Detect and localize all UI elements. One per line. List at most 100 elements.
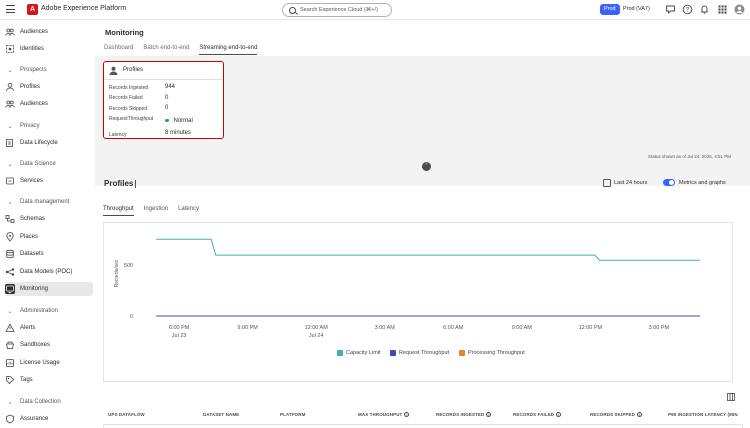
sidebar-item-label: Tags — [20, 377, 33, 383]
column-settings-icon[interactable] — [727, 393, 735, 401]
time-range-picker[interactable]: Last 24 hours — [614, 180, 647, 186]
services-icon — [5, 176, 15, 186]
series-line-capacity-limit — [156, 238, 700, 261]
sidebar-item-license-usage[interactable]: License Usage — [5, 356, 93, 370]
metrics-graphs-toggle[interactable] — [663, 179, 675, 186]
column-header-p95-latency[interactable]: P95 INGESTION LATENCY (MIN — [668, 412, 738, 417]
calendar-icon[interactable] — [603, 179, 611, 187]
sidebar-item-assurance[interactable]: Assurance — [5, 412, 93, 426]
sidebar-section-privacy[interactable]: ⌄ Privacy — [5, 120, 39, 132]
column-header-ups-dataflow[interactable]: UPS DATAFLOW — [108, 412, 145, 417]
legend-swatch — [459, 350, 465, 356]
throughput-chart-svg: Records/sec 0 500 6:00 PM Jul 23 9:00 PM 12:00… — [114, 238, 700, 339]
feedback-icon[interactable] — [665, 4, 676, 15]
sidebar-item-monitoring[interactable]: Monitoring — [5, 282, 93, 296]
sidebar-item-services[interactable]: Services — [5, 174, 93, 188]
chevron-down-icon: ⌄ — [7, 161, 13, 168]
legend-label: Capacity Limit — [346, 350, 381, 356]
sidebar-item-data-models[interactable]: Data Models (POC) — [5, 265, 93, 279]
page-title: Monitoring — [105, 28, 144, 37]
sidebar-item-identities[interactable]: Identities — [5, 42, 93, 56]
sidebar-section-administration[interactable]: ⌄ Administration — [5, 305, 58, 317]
sidebar-item-datasets[interactable]: Datasets — [5, 247, 93, 261]
chevron-down-icon: ⌄ — [7, 67, 13, 74]
sidebar-item-tags[interactable]: Tags — [5, 373, 93, 387]
search-placeholder: Search Experience Cloud (⌘+/) — [300, 7, 378, 13]
legend-label: Processing Throughput — [468, 350, 525, 356]
app-title[interactable]: Adobe Experience Platform — [41, 5, 126, 12]
sidebar-section-label: Data management — [20, 199, 70, 205]
tab-batch-end-to-end[interactable]: Batch end-to-end — [143, 45, 189, 55]
card-header: Profiles — [104, 62, 222, 80]
sidebar-item-label: Data Lifecycle — [20, 140, 58, 146]
latency-label: Latency — [109, 132, 127, 138]
sidebar-item-sandboxes[interactable]: Sandboxes — [5, 338, 93, 352]
records-failed-value: 0 — [165, 95, 169, 101]
help-icon[interactable]: ? — [682, 4, 693, 15]
x-tick-sublabel: Jul 24 — [309, 333, 324, 339]
sidebar-item-audiences[interactable]: Audiences — [5, 25, 93, 39]
tab-dashboard[interactable]: Dashboard — [104, 45, 133, 55]
chevron-down-icon: ⌄ — [7, 199, 13, 206]
profiles-summary-card[interactable]: Profiles Records Ingested 944 Records Fa… — [103, 61, 224, 139]
tab-throughput[interactable]: Throughput — [103, 206, 134, 216]
tab-ingestion[interactable]: Ingestion — [144, 206, 168, 216]
sidebar-item-schemas[interactable]: Schemas — [5, 212, 93, 226]
records-ingested-label: Records Ingested — [109, 85, 149, 91]
main-content: Monitoring Dashboard Batch end-to-end St… — [95, 20, 750, 428]
search-icon — [289, 7, 296, 14]
user-avatar-icon[interactable] — [734, 4, 745, 15]
org-switcher[interactable]: Prod (VA7) — [623, 6, 650, 12]
search-input[interactable]: Search Experience Cloud (⌘+/) — [282, 3, 392, 17]
column-header-records-failed[interactable]: RECORDS FAILED i — [513, 412, 562, 418]
legend-swatch — [337, 350, 343, 356]
tab-latency[interactable]: Latency — [178, 206, 199, 216]
assurance-icon — [5, 414, 15, 424]
sidebar-section-data-management[interactable]: ⌄ Data management — [5, 196, 69, 208]
column-header-max-throughput[interactable]: MAX THROUGHPUT i — [358, 412, 410, 418]
apps-grid-icon[interactable] — [717, 4, 728, 15]
throughput-chart: Records/sec 0 500 6:00 PM Jul 23 9:00 PM 12:00… — [103, 222, 733, 382]
datasets-icon — [5, 249, 15, 259]
y-tick-label: 500 — [124, 263, 133, 269]
sidebar-section-data-collection[interactable]: ⌄ Data Collection — [5, 396, 60, 408]
alerts-icon — [5, 323, 15, 333]
bell-icon[interactable] — [699, 4, 710, 15]
legend-item-request-throughput[interactable]: Request Throughput — [390, 350, 449, 356]
section-title: Profiles — [104, 179, 134, 188]
legend-item-capacity-limit[interactable]: Capacity Limit — [337, 350, 381, 356]
sidebar-item-alerts[interactable]: Alerts — [5, 321, 93, 335]
column-header-dataset-name[interactable]: DATASET NAME — [203, 412, 239, 417]
identities-icon — [5, 44, 15, 54]
status-dot-icon — [165, 118, 169, 123]
tags-icon — [5, 375, 15, 385]
column-header-records-ingested[interactable]: RECORDS INGESTED i — [436, 412, 492, 418]
info-icon[interactable]: i — [486, 412, 492, 418]
y-tick-label: 0 — [130, 314, 133, 320]
menu-icon[interactable] — [6, 5, 15, 14]
info-icon[interactable]: i — [404, 412, 410, 418]
sidebar-section-prospects[interactable]: ⌄ Prospects — [5, 64, 46, 76]
tab-streaming-end-to-end[interactable]: Streaming end-to-end — [199, 45, 258, 55]
column-header-records-skipped[interactable]: RECORDS SKIPPED i — [590, 412, 643, 418]
collapse-panel-button[interactable]: ⌃ — [422, 162, 431, 171]
profile-icon — [5, 82, 15, 92]
data-lifecycle-icon — [5, 138, 15, 148]
info-icon[interactable]: i — [556, 412, 562, 418]
sidebar-section-data-science[interactable]: ⌄ Data Science — [5, 158, 55, 170]
sidebar-item-places[interactable]: Places — [5, 230, 93, 244]
legend-item-processing-throughput[interactable]: Processing Throughput — [459, 350, 525, 356]
sidebar-item-label: Identities — [20, 46, 45, 52]
sidebar-item-profiles[interactable]: Profiles — [5, 80, 93, 94]
records-skipped-label: Records Skipped — [109, 106, 148, 112]
sidebar-item-prospect-audiences[interactable]: Audiences — [5, 97, 93, 111]
org-badge[interactable]: Prod — [600, 4, 620, 15]
records-skipped-value: 0 — [165, 105, 169, 111]
info-icon[interactable]: i — [637, 412, 643, 418]
x-tick-label: 12:00 PM — [579, 325, 603, 331]
legend-swatch — [390, 350, 396, 356]
title-divider — [135, 180, 136, 188]
column-header-platform[interactable]: PLATFORM — [280, 412, 305, 417]
x-tick-label: 9:00 AM — [512, 325, 533, 331]
sidebar-item-data-lifecycle[interactable]: Data Lifecycle — [5, 136, 93, 150]
